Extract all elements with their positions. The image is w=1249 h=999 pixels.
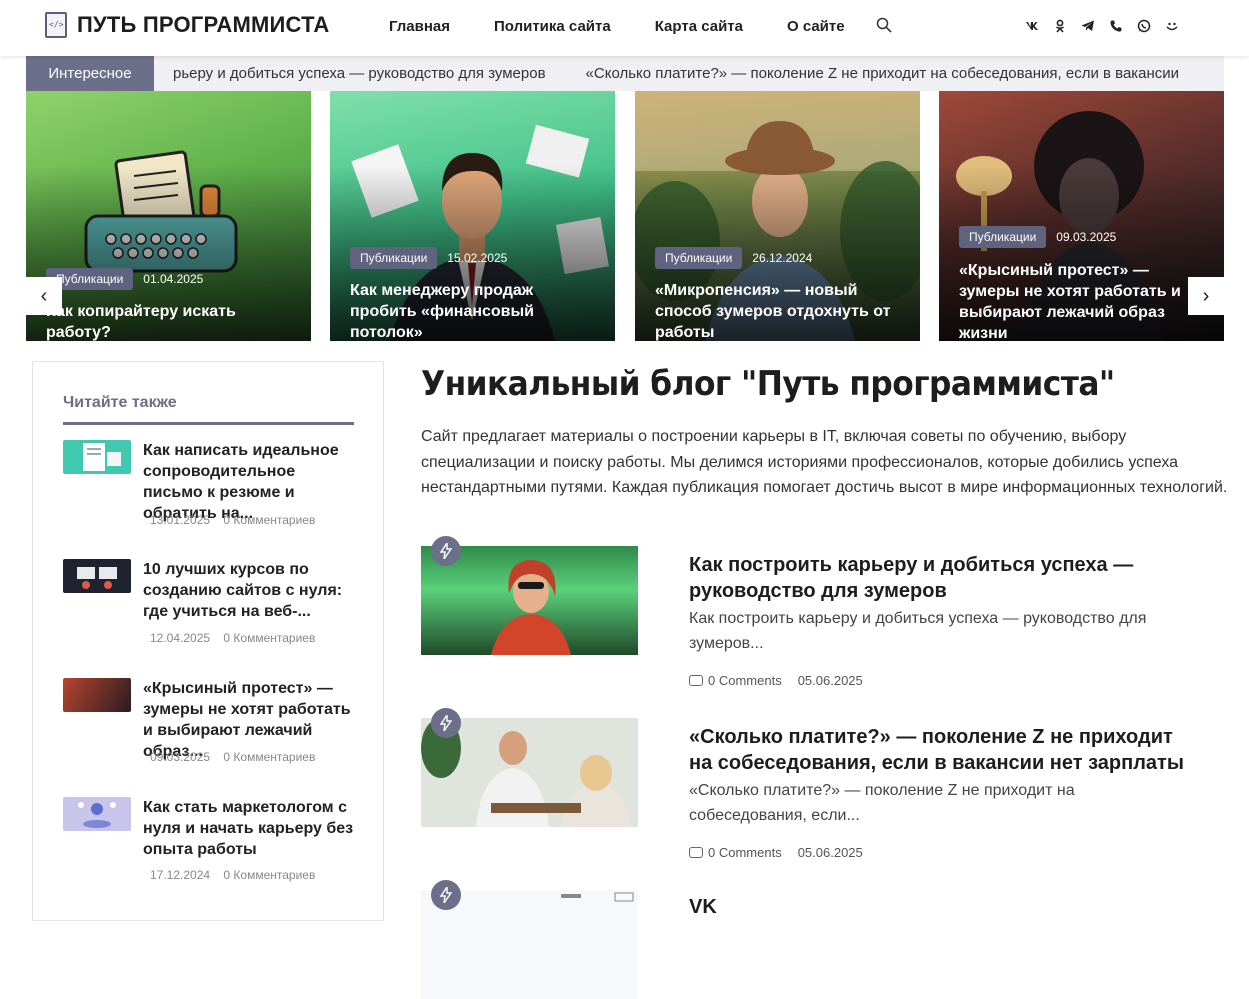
post-comments-count: 0 Comments: [708, 673, 782, 688]
nav-item-policy[interactable]: Политика сайта: [494, 18, 611, 35]
sidebar-title: Читайте также: [63, 394, 177, 411]
related-article-meta: 12.04.2025 0 Комментариев: [150, 631, 315, 645]
sidebar-related: Читайте также Как написать идеальное соп…: [32, 361, 384, 921]
slide-title[interactable]: «Крысиный протест» — зумеры не хотят раб…: [959, 260, 1208, 341]
slider-next-button[interactable]: ›: [1188, 277, 1224, 315]
article-date: 12.04.2025: [150, 631, 211, 645]
lightning-icon: [431, 708, 461, 738]
main-nav: Главная Политика сайта Карта сайта О сай…: [389, 18, 845, 35]
page-title: Уникальный блог "Путь программиста": [421, 364, 1115, 404]
featured-slider: ‹ Публикации 01.04.2025 Как копирайтеру …: [26, 91, 1224, 341]
vk-icon[interactable]: [1024, 18, 1039, 33]
post-date: 05.06.2025: [797, 673, 863, 688]
nav-item-sitemap[interactable]: Карта сайта: [655, 18, 743, 35]
slide-title[interactable]: «Микропенсия» — новый способ зумеров отд…: [655, 280, 904, 341]
article-date: 13.01.2025: [150, 513, 211, 527]
related-article-meta: 17.12.2024 0 Комментариев: [150, 868, 315, 882]
whatsapp-icon[interactable]: [1136, 18, 1151, 33]
post-title[interactable]: Как построить карьеру и добиться успеха …: [689, 552, 1189, 604]
nav-item-about[interactable]: О сайте: [787, 18, 845, 35]
slide-meta: Публикации 26.12.2024: [655, 247, 812, 269]
nav-item-home[interactable]: Главная: [389, 18, 450, 35]
post-meta: 0 Comments 05.06.2025: [689, 845, 863, 860]
slider-prev-button[interactable]: ‹: [26, 277, 62, 315]
site-header: ПУТЬ ПРОГРАММИСТА Главная Политика сайта…: [0, 0, 1249, 56]
post-comments[interactable]: 0 Comments: [689, 845, 782, 860]
post-title[interactable]: «Сколько платите?» — поколение Z не прих…: [689, 724, 1189, 776]
slide-meta: Публикации 01.04.2025: [46, 268, 203, 290]
article-thumbnail: [63, 678, 131, 712]
slide-meta: Публикации 09.03.2025: [959, 226, 1116, 248]
related-article-title[interactable]: Как стать маркетологом с нуля и начать к…: [143, 797, 358, 860]
slide-card[interactable]: Публикации 26.12.2024 «Микропенсия» — но…: [635, 91, 920, 341]
slide-date: 01.04.2025: [143, 272, 204, 286]
related-article-meta: 13.01.2025 0 Комментариев: [150, 513, 315, 527]
ticker-item[interactable]: «Сколько платите?» — поколение Z не прих…: [586, 65, 1180, 82]
page-description: Сайт предлагает материалы о построении к…: [421, 428, 1228, 496]
post-comments-count: 0 Comments: [708, 845, 782, 860]
sidebar-divider: [63, 422, 354, 425]
article-comments[interactable]: 0 Комментариев: [223, 750, 315, 764]
post-title[interactable]: VK: [689, 894, 1189, 920]
post-meta: 0 Comments 05.06.2025: [689, 673, 863, 688]
slide-title[interactable]: Как копирайтеру искать работу?: [46, 301, 295, 341]
search-icon[interactable]: [876, 17, 892, 33]
viber-icon[interactable]: [1108, 18, 1123, 33]
post-comments[interactable]: 0 Comments: [689, 673, 782, 688]
post-excerpt: «Сколько платите?» — поколение Z не прих…: [689, 782, 1075, 824]
news-ticker: Интересное рьеру и добиться успеха — рук…: [26, 56, 1224, 91]
article-thumbnail: [63, 440, 131, 474]
lightning-icon: [431, 880, 461, 910]
slide-date: 26.12.2024: [752, 251, 813, 265]
slide-date: 15.02.2025: [447, 251, 508, 265]
article-thumbnail: [63, 559, 131, 593]
slide-date: 09.03.2025: [1056, 230, 1117, 244]
post-date: 05.06.2025: [797, 845, 863, 860]
article-comments[interactable]: 0 Комментариев: [223, 631, 315, 645]
vk-messenger-icon[interactable]: [1164, 18, 1179, 33]
related-article-meta: 09.03.2025 0 Комментариев: [150, 750, 315, 764]
ticker-item[interactable]: рьеру и добиться успеха — руководство дл…: [173, 65, 546, 82]
telegram-icon[interactable]: [1080, 18, 1095, 33]
slide-card[interactable]: Публикации 15.02.2025 Как менеджеру прод…: [330, 91, 615, 341]
category-badge[interactable]: Публикации: [959, 226, 1047, 248]
category-badge[interactable]: Публикации: [655, 247, 743, 269]
related-article-title[interactable]: Как написать идеальное сопроводительное …: [143, 440, 358, 524]
ticker-items: рьеру и добиться успеха — руководство дл…: [173, 65, 1179, 82]
article-thumbnail: [63, 797, 131, 831]
category-badge[interactable]: Публикации: [350, 247, 438, 269]
code-file-icon: [45, 12, 67, 38]
post-excerpt: Как построить карьеру и добиться успеха …: [689, 610, 1147, 652]
slide-card[interactable]: Публикации 01.04.2025 Как копирайтеру ис…: [26, 91, 311, 341]
related-article-title[interactable]: 10 лучших курсов по созданию сайтов с ну…: [143, 559, 358, 622]
slide-card[interactable]: Публикации 09.03.2025 «Крысиный протест»…: [939, 91, 1224, 341]
ticker-label: Интересное: [26, 56, 154, 91]
article-date: 09.03.2025: [150, 750, 211, 764]
social-links: [1024, 18, 1179, 33]
site-logo[interactable]: ПУТЬ ПРОГРАММИСТА: [45, 12, 329, 38]
article-date: 17.12.2024: [150, 868, 211, 882]
slide-meta: Публикации 15.02.2025: [350, 247, 507, 269]
comment-icon: [689, 675, 703, 686]
logo-text: ПУТЬ ПРОГРАММИСТА: [77, 12, 330, 37]
lightning-icon: [431, 536, 461, 566]
comment-icon: [689, 847, 703, 858]
ok-icon[interactable]: [1052, 18, 1067, 33]
slide-title[interactable]: Как менеджеру продаж пробить «финансовый…: [350, 280, 599, 341]
article-comments[interactable]: 0 Комментариев: [223, 868, 315, 882]
article-comments[interactable]: 0 Комментариев: [223, 513, 315, 527]
